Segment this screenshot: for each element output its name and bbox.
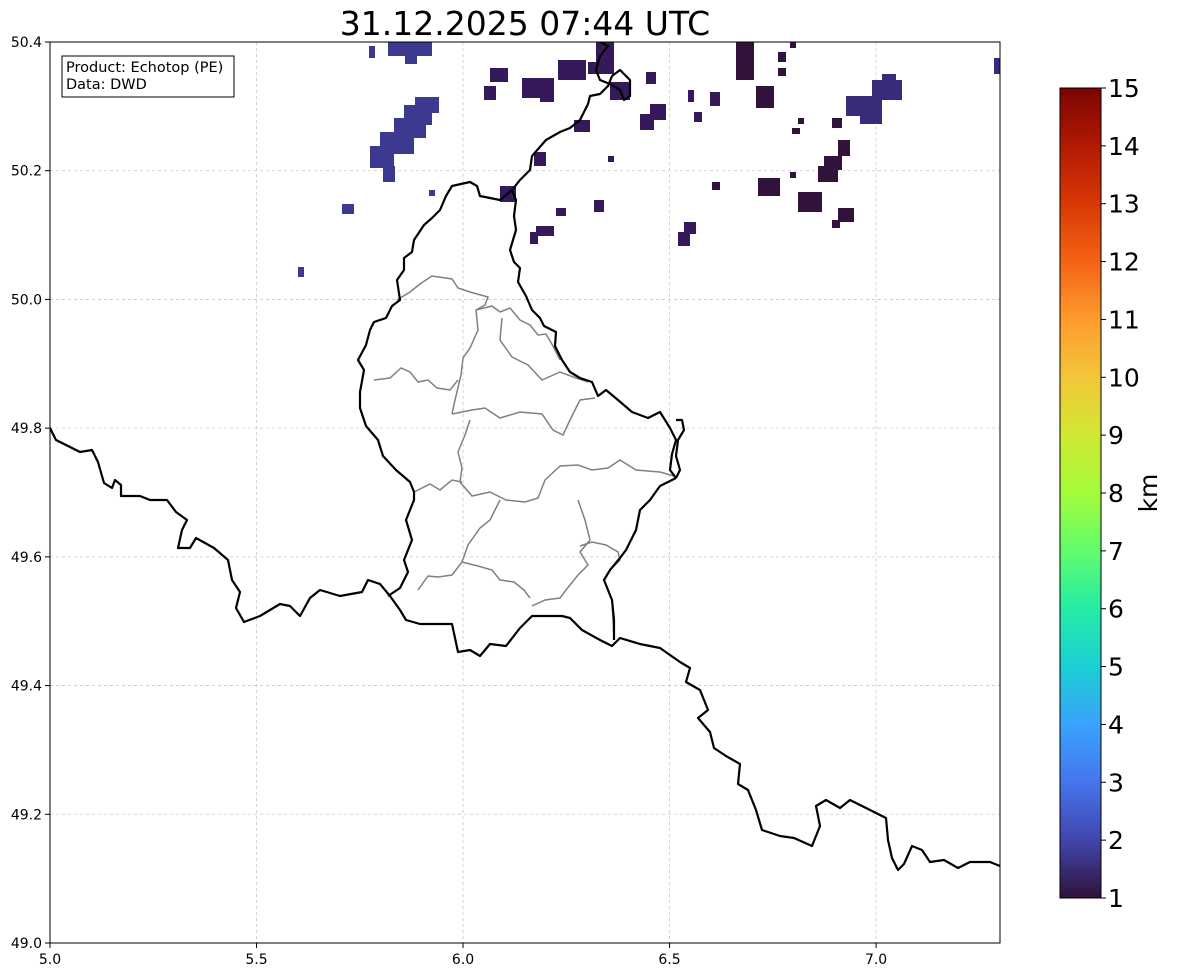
y-tick-label: 49.0 <box>11 936 42 952</box>
y-tick-label: 49.4 <box>11 679 42 695</box>
colorbar-tick-label: 8 <box>1108 479 1124 508</box>
info-product: Product: Echotop (PE) <box>66 60 223 76</box>
canton-south-east <box>531 499 591 607</box>
x-tick-label: 5.0 <box>39 952 61 968</box>
border-luxembourg-east-south <box>602 477 677 640</box>
colorbar-tick-label: 11 <box>1108 305 1140 334</box>
canton-south-center <box>417 499 501 591</box>
colorbar-tick-label: 3 <box>1108 768 1124 797</box>
canton-south-inner <box>461 561 531 599</box>
y-tick-label: 50.2 <box>11 164 42 180</box>
map-title: 31.12.2025 07:44 UTC <box>340 4 710 43</box>
info-data-source: Data: DWD <box>66 77 147 93</box>
colorbar-tick-label: 6 <box>1108 595 1124 624</box>
canton-borders <box>373 275 675 641</box>
colorbar-tick-label: 7 <box>1108 537 1124 566</box>
border-luxembourg-west <box>356 180 678 597</box>
canton-center-north <box>475 305 561 361</box>
map-frame <box>49 41 1001 944</box>
grid-lines <box>49 41 1000 944</box>
colorbar-tick-label: 1 <box>1108 884 1124 913</box>
canton-midline <box>451 397 596 437</box>
y-tick-label: 50.4 <box>11 35 42 51</box>
national-borders <box>50 42 1000 872</box>
x-tick-label: 5.5 <box>245 952 267 968</box>
echo-northwest-cluster <box>298 42 439 277</box>
colorbar-gradient <box>1059 87 1102 899</box>
colorbar: 123456789101112131415 km <box>1059 74 1163 913</box>
colorbar-tick-label: 12 <box>1108 248 1140 277</box>
colorbar-tick-label: 2 <box>1108 826 1124 855</box>
x-tick-label: 6.5 <box>658 952 680 968</box>
canton-center-south <box>457 419 675 503</box>
colorbar-tick-label: 10 <box>1108 363 1140 392</box>
colorbar-tick-label: 5 <box>1108 653 1124 682</box>
border-lux-north-tip <box>674 418 686 479</box>
echo-northeast-cluster <box>712 42 854 228</box>
canton-north-outline <box>396 275 489 415</box>
colorbar-label: km <box>1134 474 1163 513</box>
radar-map-figure: 31.12.2025 07:44 UTC 5.0 5.5 6.0 6.5 7.0… <box>11 4 1163 968</box>
echo-northeast-band <box>846 58 1000 124</box>
colorbar-tick-label: 15 <box>1108 74 1140 103</box>
echo-north-center-cluster <box>484 42 720 246</box>
colorbar-tick-label: 13 <box>1108 190 1140 219</box>
canton-west-line <box>373 367 459 391</box>
canton-center-east <box>499 317 589 383</box>
info-box: Product: Echotop (PE) Data: DWD <box>61 55 235 98</box>
colorbar-tick-label: 9 <box>1108 421 1124 450</box>
y-tick-label: 49.2 <box>11 807 42 823</box>
x-tick-label: 7.0 <box>865 952 887 968</box>
border-belgium-france <box>50 427 1000 872</box>
axis-ticks: 5.0 5.5 6.0 6.5 7.0 49.0 49.2 49.4 49.6 49.8 50.0 5… <box>11 35 887 968</box>
colorbar-tick-label: 14 <box>1108 132 1140 161</box>
colorbar-tick-label: 4 <box>1108 710 1124 739</box>
radar-echo-layer <box>298 42 1000 277</box>
canton-southwest <box>413 479 463 493</box>
y-tick-label: 50.0 <box>11 292 42 308</box>
y-tick-label: 49.6 <box>11 550 42 566</box>
x-tick-label: 6.0 <box>452 952 474 968</box>
y-tick-label: 49.8 <box>11 421 42 437</box>
